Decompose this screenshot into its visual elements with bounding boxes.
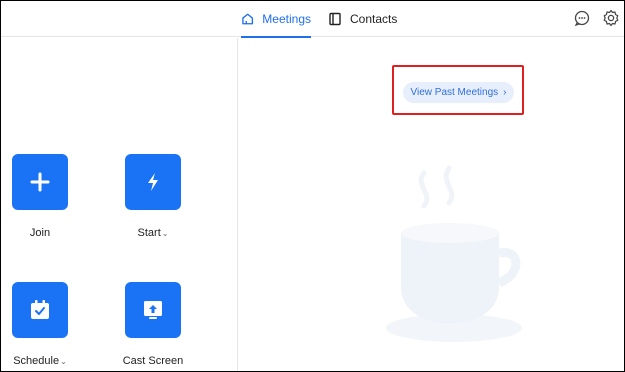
tab-meetings-label: Meetings [262, 12, 311, 26]
calendar-check-icon [31, 300, 49, 319]
lightning-icon [148, 173, 158, 191]
plus-icon [30, 172, 50, 192]
gear-icon[interactable] [602, 9, 620, 27]
view-past-meetings-button[interactable]: View Past Meetings › [403, 82, 514, 103]
chevron-down-icon[interactable]: ⌄ [60, 357, 67, 366]
meetings-pane: View Past Meetings › [239, 38, 624, 371]
cast-screen-button[interactable] [125, 282, 181, 338]
tab-meetings[interactable]: Meetings [241, 1, 311, 38]
home-icon [242, 13, 254, 25]
start-action[interactable]: Start⌄ [108, 154, 198, 239]
chevron-down-icon[interactable]: ⌄ [162, 229, 169, 238]
join-button[interactable] [12, 154, 68, 210]
start-label: Start [137, 227, 161, 239]
join-label: Join [29, 227, 51, 239]
chevron-right-icon: › [503, 87, 507, 98]
tab-contacts[interactable]: Contacts [328, 1, 400, 37]
start-button[interactable] [125, 154, 181, 210]
view-past-meetings-label: View Past Meetings [410, 87, 499, 98]
actions-pane: Join Start⌄ Schedule⌄ Cast Screen [1, 38, 238, 371]
schedule-button[interactable] [12, 282, 68, 338]
schedule-action[interactable]: Schedule⌄ [0, 282, 85, 367]
schedule-label: Schedule [13, 355, 60, 367]
coffee-cup-illustration [386, 165, 522, 342]
tab-contacts-label: Contacts [350, 12, 398, 26]
join-action[interactable]: Join [0, 154, 85, 239]
cast-screen-label: Cast Screen [122, 355, 184, 367]
cast-screen-icon [144, 301, 162, 319]
cast-screen-action[interactable]: Cast Screen [108, 282, 198, 367]
top-navigation-bar: Meetings Contacts [1, 1, 624, 38]
chat-icon[interactable] [573, 9, 591, 27]
contacts-book-icon [329, 12, 341, 26]
